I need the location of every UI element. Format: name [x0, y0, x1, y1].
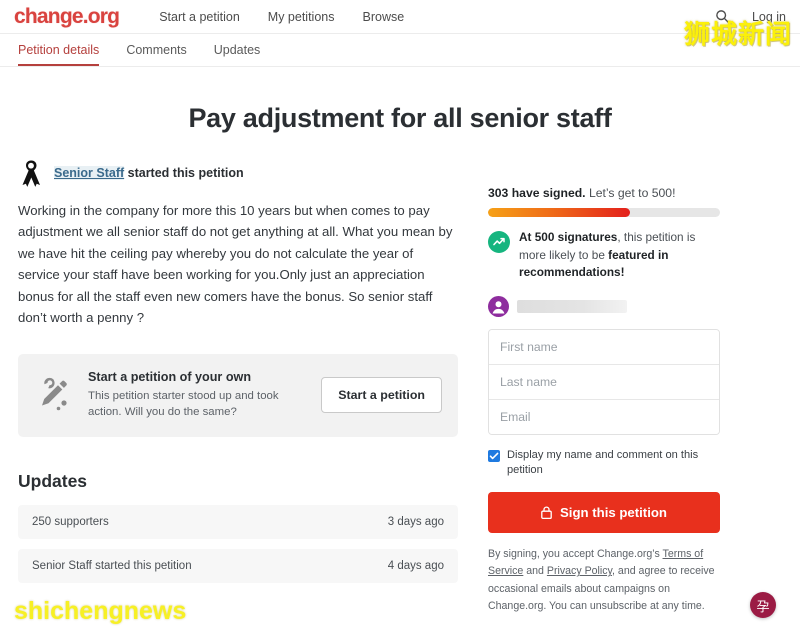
signed-in-user-row [488, 296, 720, 318]
signature-count-line: 303 have signed. Let’s get to 500! [488, 186, 720, 200]
avatar [488, 296, 509, 318]
update-row[interactable]: Senior Staff started this petition 4 day… [18, 548, 458, 583]
privacy-policy-link[interactable]: Privacy Policy [547, 565, 612, 577]
promo-copy: Start a petition of your own This petiti… [88, 370, 307, 420]
signature-progress-bar [488, 208, 720, 217]
redacted-user-name [517, 300, 627, 314]
petition-body-text: Working in the company for more this 10 … [18, 203, 453, 325]
nav-item-browse[interactable]: Browse [363, 10, 405, 24]
log-in-link[interactable]: Log in [752, 10, 786, 24]
page-title: Pay adjustment for all senior staff [188, 103, 612, 133]
update-row[interactable]: 250 supporters 3 days ago [18, 504, 458, 539]
pencil-icon [34, 375, 74, 415]
legal-prefix: By signing, you accept Change.org’s [488, 548, 663, 561]
top-navigation-bar: change.org Start a petition My petitions… [0, 0, 800, 34]
last-name-input[interactable] [489, 365, 719, 401]
signature-form [488, 329, 720, 436]
legal-disclaimer: By signing, you accept Change.org’s Term… [488, 546, 720, 615]
sign-this-petition-button[interactable]: Sign this petition [488, 492, 720, 534]
update-label: Senior Staff started this petition [32, 559, 192, 572]
signature-progress-fill [488, 208, 630, 217]
start-petition-promo-card: Start a petition of your own This petiti… [18, 354, 458, 437]
tab-comments[interactable]: Comments [126, 43, 186, 66]
sign-panel: 303 have signed. Let’s get to 500! At 50… [488, 158, 720, 615]
lock-icon [541, 506, 552, 520]
first-name-input[interactable] [489, 330, 719, 366]
petition-starter-link[interactable]: Senior Staff [54, 166, 125, 180]
search-icon[interactable] [715, 9, 730, 24]
petition-starter-label: Senior Staff started this petition [54, 166, 244, 180]
update-timestamp: 3 days ago [387, 515, 444, 528]
updates-heading: Updates [18, 470, 88, 491]
page-root: change.org Start a petition My petitions… [0, 0, 800, 631]
nav-item-my-petitions[interactable]: My petitions [268, 10, 335, 24]
petition-starter-suffix: started this petition [124, 166, 244, 180]
nav-item-start-a-petition[interactable]: Start a petition [159, 10, 240, 24]
legal-middle: and [523, 565, 547, 578]
sign-button-label: Sign this petition [560, 505, 667, 521]
update-timestamp: 4 days ago [387, 559, 444, 572]
signed-count: 303 have signed. [488, 186, 586, 200]
display-name-checkbox[interactable] [488, 450, 500, 463]
update-label: 250 supporters [32, 515, 109, 528]
tab-bar: Petition details Comments Updates [0, 34, 800, 67]
tab-petition-details[interactable]: Petition details [18, 43, 100, 66]
email-input[interactable] [489, 400, 719, 435]
tab-updates[interactable]: Updates [214, 43, 261, 66]
content-area: Senior Staff started this petition Worki… [0, 134, 800, 615]
milestone-text: At 500 signatures, this petition is more… [519, 229, 720, 282]
ribbon-icon [18, 158, 44, 188]
watermark-badge: 孕 [750, 592, 776, 618]
milestone-prefix: At 500 signatures [519, 230, 618, 244]
display-name-checkbox-row[interactable]: Display my name and comment on this peti… [488, 448, 720, 478]
promo-subtitle: This petition starter stood up and took … [88, 390, 279, 419]
nav-right-group: Log in [715, 9, 786, 24]
petition-starter-row: Senior Staff started this petition [18, 158, 458, 188]
goal-text: Let’s get to 500! [585, 186, 676, 200]
change-org-logo[interactable]: change.org [14, 5, 120, 29]
main-column: Senior Staff started this petition Worki… [18, 158, 458, 615]
milestone-callout: At 500 signatures, this petition is more… [488, 229, 720, 282]
promo-title: Start a petition of your own [88, 370, 252, 385]
start-a-petition-button[interactable]: Start a petition [321, 377, 442, 414]
trending-up-icon [488, 231, 510, 253]
display-name-checkbox-label: Display my name and comment on this peti… [507, 449, 699, 477]
